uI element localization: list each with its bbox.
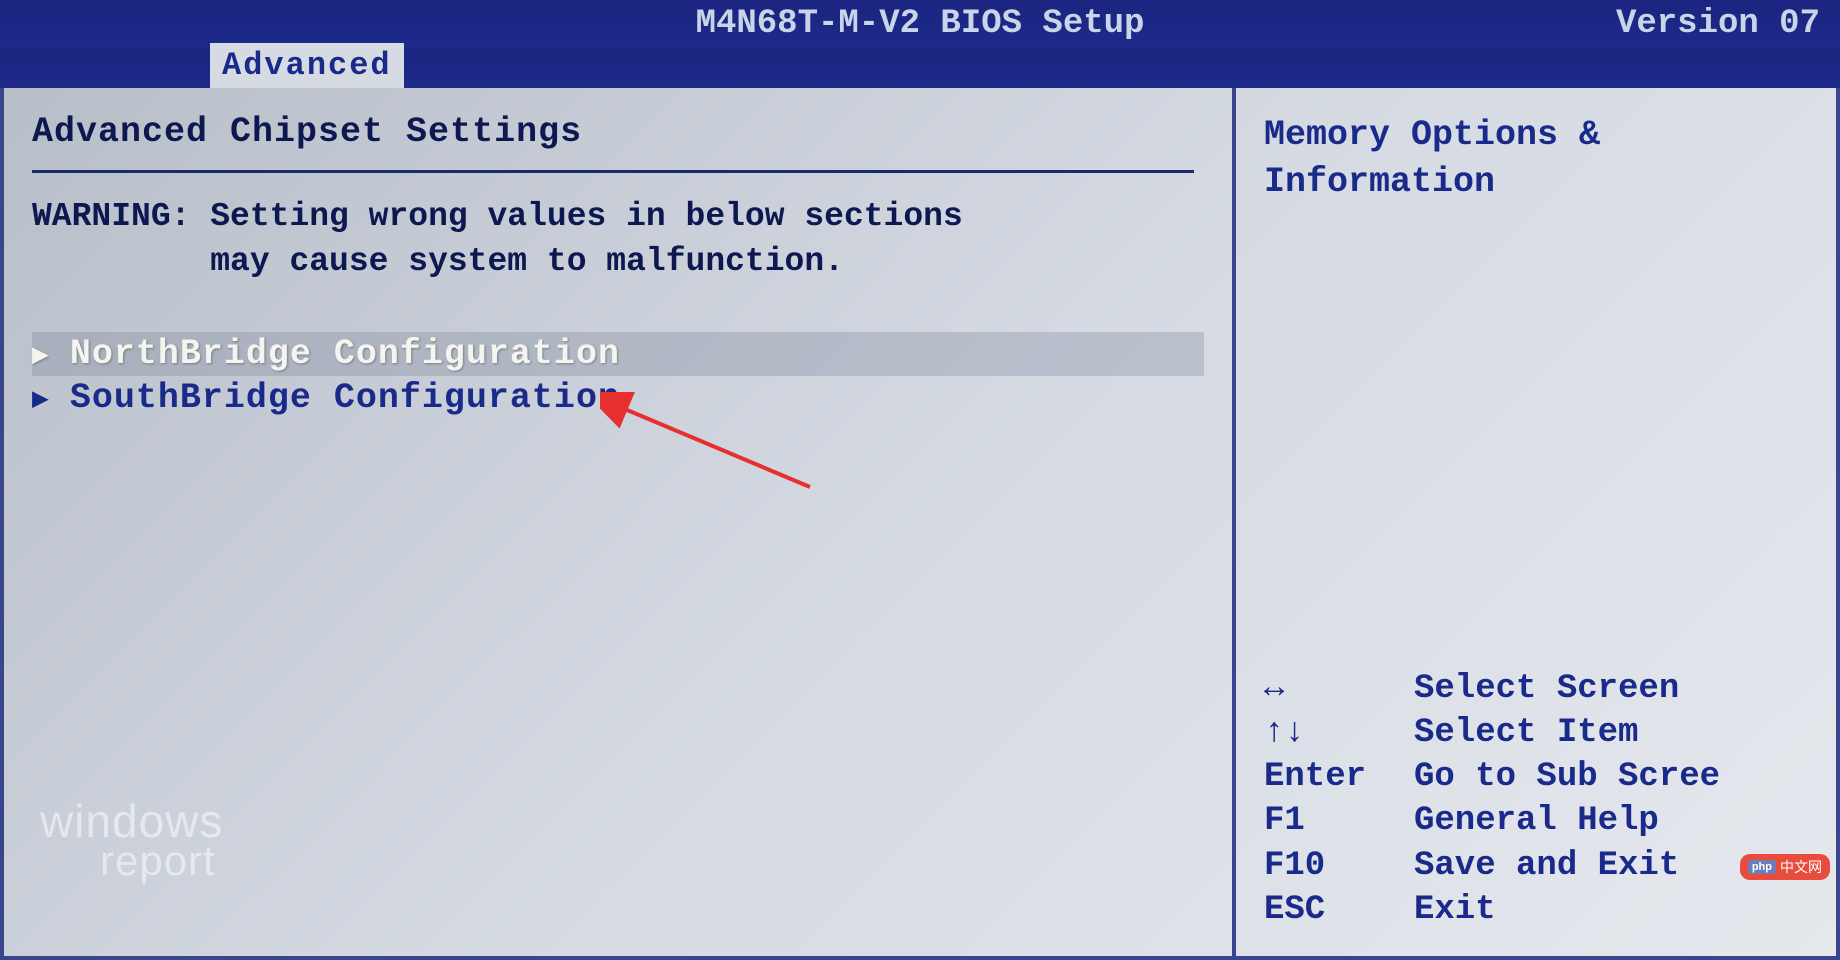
key-action: Exit bbox=[1414, 888, 1496, 932]
key-esc: ESC bbox=[1264, 888, 1414, 932]
bios-version: Version 07 bbox=[1616, 5, 1820, 43]
key-row: ↑↓ Select Item bbox=[1264, 711, 1808, 755]
tab-bar: Advanced bbox=[0, 48, 1840, 88]
watermark-php: php 中文网 bbox=[1740, 854, 1830, 880]
section-title: Advanced Chipset Settings bbox=[32, 112, 1204, 152]
key-action: Select Screen bbox=[1414, 667, 1679, 711]
menu-label: SouthBridge Configuration bbox=[70, 378, 620, 418]
key-row: F1 General Help bbox=[1264, 799, 1808, 843]
key-guide: ↔ Select Screen ↑↓ Select Item Enter Go … bbox=[1264, 667, 1808, 932]
bios-title: M4N68T-M-V2 BIOS Setup bbox=[696, 5, 1145, 43]
menu-label: NorthBridge Configuration bbox=[70, 334, 620, 374]
header-bar: M4N68T-M-V2 BIOS Setup Version 07 bbox=[0, 0, 1840, 48]
key-enter: Enter bbox=[1264, 755, 1414, 799]
tab-advanced[interactable]: Advanced bbox=[210, 43, 404, 88]
triangle-icon: ▶ bbox=[32, 337, 50, 372]
warning-message: WARNING: Setting wrong values in below s… bbox=[32, 195, 1204, 284]
key-action: Go to Sub Scree bbox=[1414, 755, 1720, 799]
key-arrows-lr: ↔ bbox=[1264, 667, 1414, 711]
warning-text: Setting wrong values in below sections m… bbox=[210, 195, 963, 284]
side-panel: Memory Options & Information ↔ Select Sc… bbox=[1236, 88, 1836, 956]
key-row: F10 Save and Exit bbox=[1264, 844, 1808, 888]
key-f10: F10 bbox=[1264, 844, 1414, 888]
key-action: General Help bbox=[1414, 799, 1659, 843]
key-f1: F1 bbox=[1264, 799, 1414, 843]
divider bbox=[32, 170, 1194, 173]
context-help: Memory Options & Information bbox=[1264, 112, 1808, 207]
warning-label: WARNING: bbox=[32, 195, 210, 284]
key-row: Enter Go to Sub Scree bbox=[1264, 755, 1808, 799]
php-badge-icon: php bbox=[1748, 860, 1776, 874]
key-row: ↔ Select Screen bbox=[1264, 667, 1808, 711]
watermark-windowsreport: windows report bbox=[40, 801, 223, 880]
content-area: Advanced Chipset Settings WARNING: Setti… bbox=[0, 88, 1840, 960]
key-row: ESC Exit bbox=[1264, 888, 1808, 932]
menu-item-southbridge[interactable]: ▶ SouthBridge Configuration bbox=[32, 376, 1204, 420]
triangle-icon: ▶ bbox=[32, 381, 50, 416]
menu-item-northbridge[interactable]: ▶ NorthBridge Configuration bbox=[32, 332, 1204, 376]
key-arrows-ud: ↑↓ bbox=[1264, 711, 1414, 755]
key-action: Save and Exit bbox=[1414, 844, 1679, 888]
key-action: Select Item bbox=[1414, 711, 1638, 755]
bios-screen: M4N68T-M-V2 BIOS Setup Version 07 Advanc… bbox=[0, 0, 1840, 960]
